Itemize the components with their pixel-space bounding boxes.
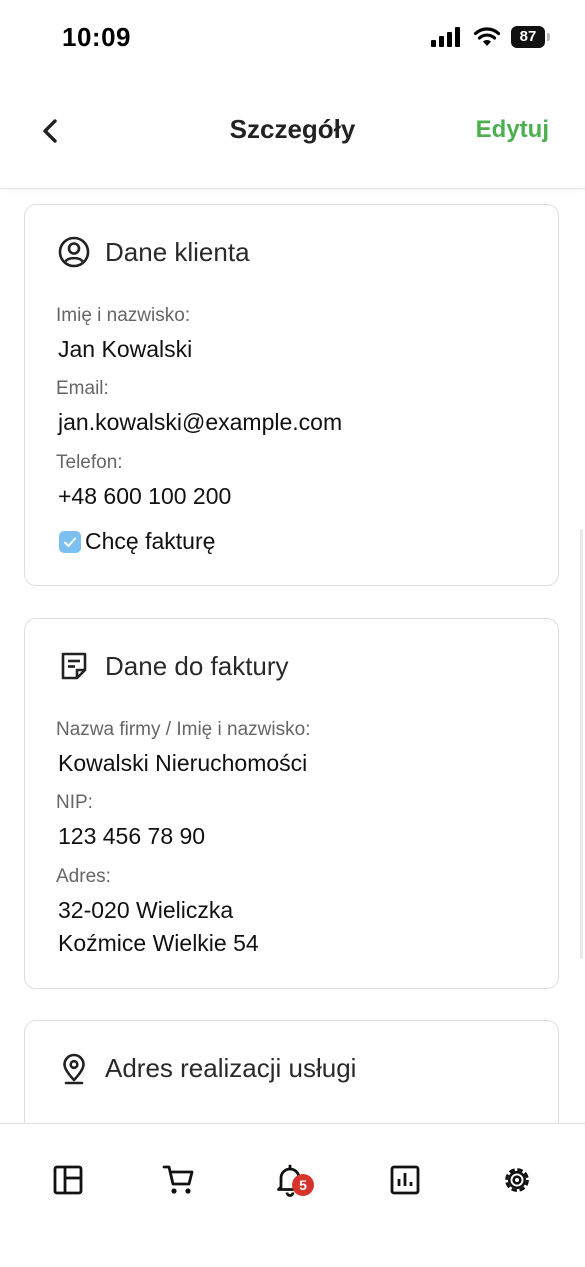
address-line2: Koźmice Wielkie 54	[58, 930, 259, 956]
cart-icon	[162, 1165, 194, 1194]
client-card-header: Dane klienta	[57, 235, 250, 269]
stats-icon	[390, 1165, 420, 1195]
tab-bar: 5	[0, 1123, 585, 1267]
tab-cart[interactable]	[161, 1162, 197, 1198]
client-card-title: Dane klienta	[105, 236, 250, 267]
company-value: Kowalski Nieruchomości	[58, 750, 308, 776]
checkbox-checked-icon	[59, 530, 81, 553]
notification-badge: 5	[292, 1174, 314, 1196]
dashboard-icon	[53, 1165, 83, 1195]
status-bar: 10:09 87	[0, 0, 585, 80]
scrollbar[interactable]	[580, 529, 583, 959]
signal-icon	[431, 27, 460, 47]
details-content[interactable]: Dane klienta Imię i nazwisko: Jan Kowals…	[0, 189, 585, 1123]
email-label: Email:	[56, 378, 109, 399]
invoice-checkbox-label: Chcę fakturę	[85, 528, 216, 554]
name-value: Jan Kowalski	[58, 336, 193, 362]
status-icons: 87	[431, 26, 550, 48]
wifi-icon	[473, 27, 501, 46]
email-value: jan.kowalski@example.com	[58, 409, 343, 435]
invoice-checkbox[interactable]: Chcę fakturę	[59, 528, 215, 555]
phone-label: Telefon:	[56, 452, 123, 473]
service-address-card-title: Adres realizacji usługi	[105, 1052, 357, 1083]
invoice-card: Dane do faktury Nazwa firmy / Imię i naz…	[24, 618, 559, 989]
name-label: Imię i nazwisko:	[56, 305, 191, 326]
tab-dashboard[interactable]	[50, 1162, 86, 1198]
account-circle-icon	[58, 236, 90, 268]
battery-icon: 87	[511, 26, 550, 48]
company-label: Nazwa firmy / Imię i nazwisko:	[56, 719, 311, 740]
receipt-icon	[61, 652, 87, 680]
status-time: 10:09	[62, 22, 131, 52]
nip-label: NIP:	[56, 792, 93, 813]
tab-settings[interactable]	[499, 1162, 535, 1198]
gear-icon	[505, 1168, 529, 1192]
phone-value: +48 600 100 200	[58, 483, 232, 509]
address-line1: 32-020 Wieliczka	[58, 897, 234, 923]
nip-value: 123 456 78 90	[58, 823, 206, 849]
client-card: Dane klienta Imię i nazwisko: Jan Kowals…	[24, 204, 559, 586]
service-address-card: Adres realizacji usługi	[24, 1020, 559, 1123]
edit-button[interactable]: Edytuj	[476, 116, 549, 144]
invoice-card-title: Dane do faktury	[105, 650, 289, 681]
location-pin-icon	[63, 1053, 85, 1085]
battery-level: 87	[519, 28, 537, 45]
invoice-card-header: Dane do faktury	[57, 649, 289, 683]
tab-notifications[interactable]: 5	[272, 1162, 314, 1198]
service-address-card-header: Adres realizacji usługi	[57, 1051, 356, 1085]
nav-bar: Szczegóły Edytuj	[0, 80, 585, 189]
address-label: Adres:	[56, 866, 111, 887]
tab-statistics[interactable]	[387, 1162, 423, 1198]
